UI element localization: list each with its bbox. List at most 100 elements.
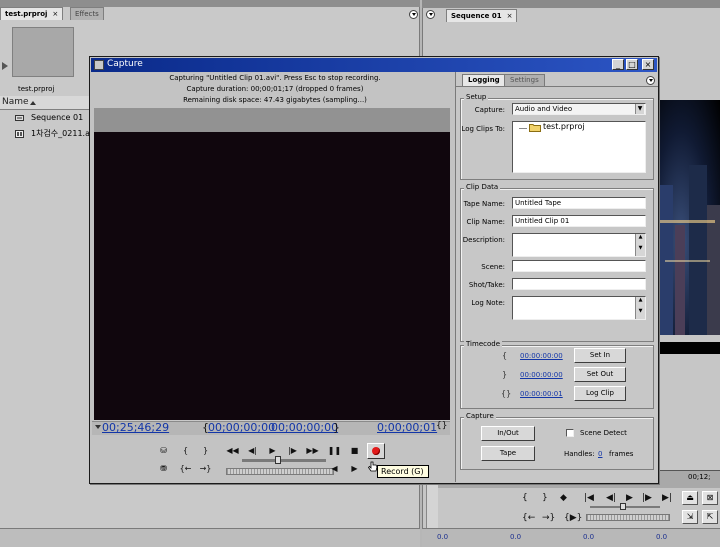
capture-title-bar[interactable]: Capture _ □ × <box>91 58 657 72</box>
set-in-button[interactable]: Set In <box>574 348 626 363</box>
capture-select[interactable]: Audio and Video ▼ <box>512 103 646 115</box>
log-note-input[interactable]: ▲ ▼ <box>512 296 646 320</box>
go-to-out-icon[interactable]: ▶| <box>662 493 672 503</box>
chevron-up-icon[interactable]: ▲ <box>636 234 645 245</box>
in-point-timecode[interactable]: 00:00:00:00 <box>520 352 563 360</box>
pause-button[interactable]: ❚❚ <box>327 444 342 458</box>
go-to-in-button[interactable]: {← <box>178 462 193 476</box>
description-scrollbar[interactable]: ▲ ▼ <box>635 234 645 256</box>
out-point-icon: } <box>502 370 508 379</box>
step-back-button[interactable]: ◀| <box>245 444 260 458</box>
set-in-icon[interactable]: { <box>522 493 528 503</box>
tab-logging[interactable]: Logging <box>462 74 506 86</box>
log-clips-to-tree[interactable]: test.prproj <box>512 121 646 173</box>
sort-ascending-icon[interactable] <box>30 101 36 105</box>
out-point-timecode[interactable]: 00:00:00:00 <box>520 371 563 379</box>
record-button[interactable] <box>367 443 385 459</box>
duration-icon: {} <box>501 389 512 398</box>
close-button[interactable]: × <box>642 59 654 70</box>
jog-wheel[interactable] <box>226 468 334 475</box>
out-timecode[interactable]: 00;00;00;00 <box>271 421 338 434</box>
set-out-button[interactable]: Set Out <box>574 367 626 382</box>
scene-search-icon[interactable]: ⛃ <box>156 462 171 476</box>
close-icon[interactable]: × <box>52 10 58 18</box>
scene-detect-checkbox[interactable] <box>566 429 574 437</box>
slow-reverse-button[interactable]: ◀ <box>327 462 342 476</box>
duration-timecode[interactable]: 00:00:00:01 <box>520 390 563 398</box>
tape-icon[interactable]: ⛁ <box>156 444 171 458</box>
duration-bracket-icon: {} <box>436 421 448 431</box>
log-note-scrollbar[interactable]: ▲ ▼ <box>635 297 645 319</box>
monitor-value[interactable]: 0.0 <box>437 533 448 541</box>
chevron-down-icon[interactable]: ▼ <box>636 245 645 256</box>
monitor-timecode[interactable]: 00;12; <box>688 473 711 481</box>
minimize-button[interactable]: _ <box>612 59 624 70</box>
set-out-icon[interactable]: } <box>542 493 548 503</box>
in-timecode[interactable]: 00;00;00;00 <box>208 421 275 434</box>
chevron-down-icon[interactable]: ▼ <box>635 104 644 114</box>
description-input[interactable]: ▲ ▼ <box>512 233 646 257</box>
panel-menu-icon[interactable] <box>409 10 418 19</box>
step-back-icon[interactable]: ◀| <box>606 493 616 503</box>
shuttle-track[interactable] <box>242 459 326 462</box>
play-in-to-out-icon[interactable]: {▶} <box>564 513 582 523</box>
step-forward-icon[interactable]: |▶ <box>642 493 652 503</box>
scene-input[interactable] <box>512 260 646 272</box>
maximize-button[interactable]: □ <box>626 59 638 70</box>
in-out-button[interactable]: In/Out <box>481 426 535 441</box>
fast-forward-button[interactable]: ▶▶ <box>305 444 320 458</box>
panel-menu-icon[interactable] <box>426 10 435 19</box>
go-to-in-point-icon[interactable]: {← <box>522 513 535 523</box>
pane-menu-icon[interactable] <box>646 76 655 85</box>
play-icon[interactable] <box>2 62 8 70</box>
monitor-value[interactable]: 0.0 <box>656 533 667 541</box>
shuttle-knob[interactable] <box>620 503 626 510</box>
set-in-button[interactable]: { <box>178 444 193 458</box>
timecode-menu-icon[interactable] <box>95 425 101 429</box>
tab-project[interactable]: test.prproj × <box>0 7 64 20</box>
close-icon[interactable]: × <box>507 12 513 20</box>
duration-timecode[interactable]: 0;00;00;01 <box>377 421 437 434</box>
chevron-up-icon[interactable]: ▲ <box>636 297 645 308</box>
insert-icon[interactable]: ⇲ <box>682 510 698 524</box>
chevron-down-icon[interactable]: ▼ <box>636 308 645 319</box>
slow-play-button[interactable]: ▶ <box>347 462 362 476</box>
tape-name-input[interactable]: Untitled Tape <box>512 197 646 209</box>
column-header-name[interactable]: Name <box>2 97 29 107</box>
shot-take-input[interactable] <box>512 278 646 290</box>
handles-value[interactable]: 0 <box>598 450 602 458</box>
list-item[interactable]: Sequence 01 <box>0 111 90 125</box>
monitor-value[interactable]: 0.0 <box>510 533 521 541</box>
shot-take-label: Shot/Take: <box>468 281 505 289</box>
clip-name-input[interactable]: Untitled Clip 01 <box>512 215 646 227</box>
go-to-out-button[interactable]: →} <box>198 462 213 476</box>
log-clip-button[interactable]: Log Clip <box>574 386 626 401</box>
go-to-out-point-icon[interactable]: →} <box>542 513 555 523</box>
list-item-label: 1차검수_0211.a <box>31 129 90 138</box>
window-title: Capture <box>107 59 143 69</box>
play-icon[interactable]: ▶ <box>626 493 633 503</box>
monitor-value[interactable]: 0.0 <box>583 533 594 541</box>
tab-sequence[interactable]: Sequence 01 × <box>446 9 518 22</box>
tab-sequence-label: Sequence 01 <box>451 12 502 20</box>
rewind-button[interactable]: ◀◀ <box>225 444 240 458</box>
shuttle-knob[interactable] <box>275 456 281 464</box>
overlay-icon[interactable]: ⇱ <box>702 510 718 524</box>
list-item-label: Sequence 01 <box>31 113 84 122</box>
step-forward-button[interactable]: |▶ <box>285 444 300 458</box>
tab-settings[interactable]: Settings <box>504 74 545 86</box>
list-item[interactable]: 1차검수_0211.a <box>0 127 90 141</box>
jog-wheel[interactable] <box>586 514 670 521</box>
capture-select-value: Audio and Video <box>515 105 573 113</box>
tab-effects[interactable]: Effects <box>70 7 104 20</box>
set-out-button[interactable]: } <box>198 444 213 458</box>
handles-label: Handles: <box>564 450 595 458</box>
lift-icon[interactable]: ⏏ <box>682 491 698 505</box>
stop-button[interactable]: ■ <box>347 444 362 458</box>
tape-button[interactable]: Tape <box>481 446 535 461</box>
log-clips-to-value[interactable]: test.prproj <box>543 122 585 132</box>
go-to-in-icon[interactable]: |◀ <box>584 493 594 503</box>
extract-icon[interactable]: ⊠ <box>702 491 718 505</box>
marker-icon[interactable]: ◆ <box>560 493 567 503</box>
current-timecode[interactable]: 00;25;46;29 <box>102 421 169 434</box>
